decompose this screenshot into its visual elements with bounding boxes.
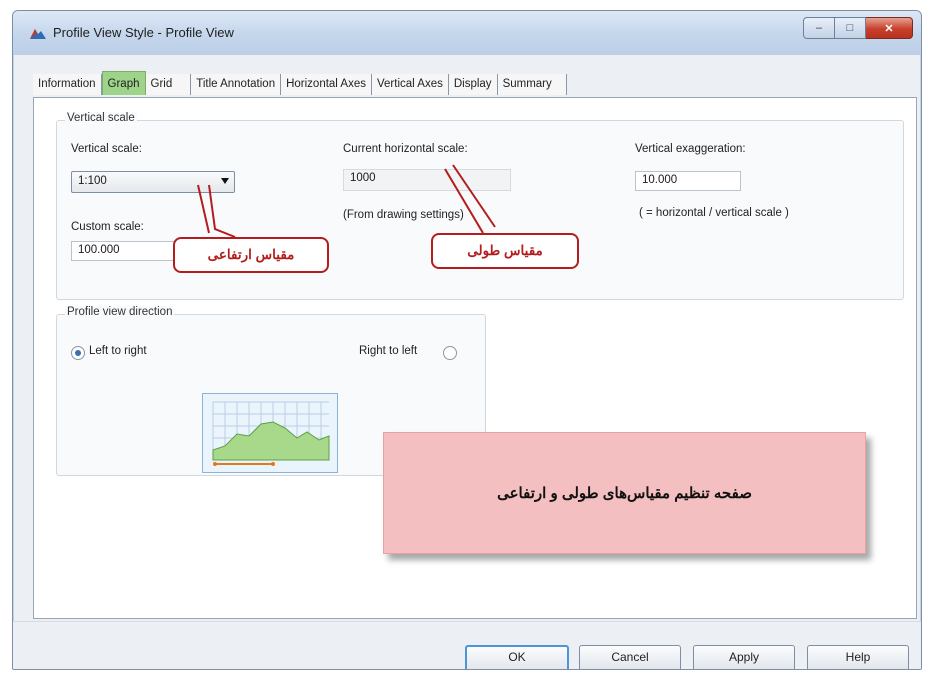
- tab-grid[interactable]: Grid: [145, 74, 192, 95]
- dialog-footer: OK Cancel Apply Help: [13, 621, 921, 669]
- left-to-right-label[interactable]: Left to right: [89, 345, 147, 357]
- ok-button[interactable]: OK: [465, 645, 569, 669]
- right-to-left-radio[interactable]: [443, 346, 457, 360]
- tab-summary[interactable]: Summary: [497, 74, 567, 95]
- tab-display[interactable]: Display: [448, 74, 498, 95]
- profile-preview-icon: [202, 393, 338, 473]
- app-icon: [30, 29, 46, 39]
- dialog-window: Profile View Style - Profile View – □ ✕ …: [12, 10, 922, 670]
- help-button[interactable]: Help: [807, 645, 909, 669]
- tab-horizontal-axes[interactable]: Horizontal Axes: [281, 74, 372, 95]
- title-bar: Profile View Style - Profile View – □ ✕: [13, 11, 921, 55]
- tab-vertical-axes[interactable]: Vertical Axes: [372, 74, 449, 95]
- window-controls: – □ ✕: [803, 17, 913, 39]
- custom-scale-input[interactable]: 100.000: [71, 241, 181, 261]
- current-horizontal-scale-field: 1000: [343, 169, 511, 191]
- maximize-icon[interactable]: □: [835, 17, 866, 39]
- vertical-exaggeration-label: Vertical exaggeration:: [635, 143, 746, 155]
- caption-text: صفحه تنظیم مقیاس‌های طولی و ارتفاعی: [497, 485, 752, 502]
- tab-graph[interactable]: Graph: [101, 71, 146, 95]
- vertical-scale-group-title: Vertical scale: [65, 112, 137, 124]
- apply-button[interactable]: Apply: [693, 645, 795, 669]
- current-horizontal-scale-label: Current horizontal scale:: [343, 143, 468, 155]
- window-title: Profile View Style - Profile View: [53, 25, 234, 40]
- right-to-left-label[interactable]: Right to left: [359, 345, 417, 357]
- horizontal-scale-callout: مقیاس طولی: [431, 233, 579, 269]
- from-drawing-settings-note: (From drawing settings): [343, 209, 464, 221]
- cancel-button[interactable]: Cancel: [579, 645, 681, 669]
- dropdown-arrow-icon[interactable]: [221, 178, 229, 184]
- minimize-icon[interactable]: –: [803, 17, 835, 39]
- tab-strip: Information Graph Grid Title Annotation …: [33, 71, 567, 95]
- caption-box: صفحه تنظیم مقیاس‌های طولی و ارتفاعی: [383, 432, 866, 554]
- tab-information[interactable]: Information: [33, 74, 102, 95]
- vertical-scale-select[interactable]: 1:100: [71, 171, 235, 193]
- exaggeration-formula-note: ( = horizontal / vertical scale ): [639, 207, 789, 219]
- profile-view-direction-title: Profile view direction: [65, 306, 175, 318]
- vertical-scale-group: Vertical scale Vertical scale: 1:100 Cus…: [56, 112, 904, 300]
- custom-scale-label: Custom scale:: [71, 221, 144, 233]
- left-to-right-radio[interactable]: [71, 346, 85, 360]
- vertical-exaggeration-input[interactable]: 10.000: [635, 171, 741, 191]
- vertical-scale-value: 1:100: [78, 175, 107, 187]
- close-icon[interactable]: ✕: [866, 17, 913, 39]
- vertical-scale-label: Vertical scale:: [71, 143, 142, 155]
- vertical-scale-callout: مقیاس ارتفاعی: [173, 237, 329, 273]
- tab-title-annotation[interactable]: Title Annotation: [191, 74, 282, 95]
